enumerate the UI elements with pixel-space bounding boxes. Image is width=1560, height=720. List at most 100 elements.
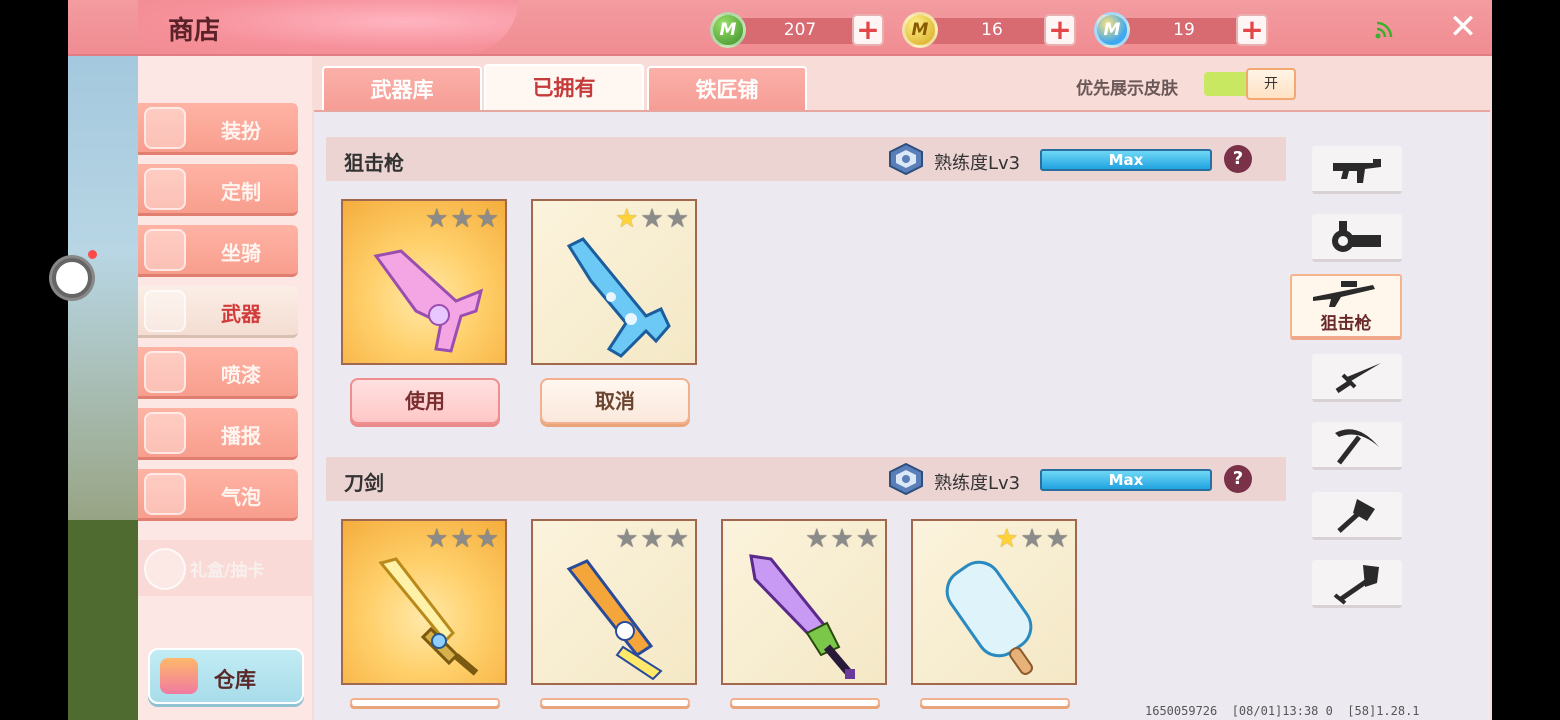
add-gold-coin-button[interactable]: +: [1044, 14, 1076, 46]
star-icon: ★: [640, 204, 664, 234]
filter-smg[interactable]: [1312, 146, 1402, 194]
prefer-skin-toggle[interactable]: 开: [1204, 68, 1296, 100]
section-title: 狙击枪: [344, 151, 404, 175]
weapon-card[interactable]: ★ ★ ★: [341, 199, 507, 365]
star-icon: ★: [450, 524, 474, 554]
revolver-icon: [144, 290, 186, 332]
mastery-level: 熟练度Lv3: [934, 473, 1021, 494]
sidebar-item-label: 定制: [221, 180, 261, 204]
star-rating: ★ ★ ★: [615, 525, 689, 553]
sniper-icon: [1313, 280, 1375, 307]
customize-icon: [144, 168, 186, 210]
gift-icon: [144, 548, 186, 590]
weapon-card[interactable]: ★ ★ ★: [531, 519, 697, 685]
star-icon: ★: [425, 524, 449, 554]
sidebar-item-costume[interactable]: 装扮: [138, 103, 298, 155]
currency-blue: 19 M +: [1094, 12, 1268, 48]
mastery-progress-bar: Max: [1040, 149, 1212, 171]
floating-assistant-button[interactable]: [52, 258, 92, 298]
tab-owned[interactable]: 已拥有: [484, 64, 644, 112]
tab-blacksmith[interactable]: 铁匠铺: [647, 66, 807, 112]
dagger-icon: [1335, 362, 1381, 393]
weapon-card[interactable]: ★ ★ ★: [341, 519, 507, 685]
star-icon: ★: [805, 524, 829, 554]
weapon-card[interactable]: ★ ★ ★: [911, 519, 1077, 685]
sidebar-item-label: 坐骑: [221, 241, 261, 265]
mastery-progress-bar: Max: [1040, 469, 1212, 491]
star-icon: ★: [665, 204, 689, 234]
star-icon: ★: [475, 524, 499, 554]
star-icon: ★: [1020, 524, 1044, 554]
use-button[interactable]: 使用: [350, 378, 500, 424]
add-green-coin-button[interactable]: +: [852, 14, 884, 46]
filter-gatling[interactable]: [1312, 214, 1402, 262]
sidebar-item-spray[interactable]: 喷漆: [138, 347, 298, 399]
cancel-button[interactable]: 取消: [540, 378, 690, 424]
pickaxe-icon: [1335, 428, 1379, 465]
storage-button-label: 仓库: [214, 668, 256, 692]
star-icon: ★: [995, 524, 1019, 554]
weapon-card[interactable]: ★ ★ ★: [721, 519, 887, 685]
close-icon[interactable]: ✕: [1446, 10, 1480, 44]
pink-rifle-icon: [373, 249, 484, 353]
help-icon[interactable]: ?: [1224, 465, 1252, 493]
currency-green: 207 M +: [710, 12, 884, 48]
sidebar-item-label: 装扮: [221, 119, 261, 143]
sidebar-item-bubble[interactable]: 气泡: [138, 469, 298, 521]
star-icon: ★: [615, 204, 639, 234]
sidebar-item-gift[interactable]: 礼盒/抽卡 ∨: [138, 540, 432, 596]
star-rating: ★ ★ ★: [995, 525, 1069, 553]
mastery-badge-icon: [889, 463, 923, 495]
card-action-button[interactable]: [920, 698, 1070, 706]
section-header-sniper: 狙击枪 熟练度Lv3 Max ?: [326, 137, 1286, 181]
filter-pickaxe[interactable]: [1312, 422, 1402, 470]
shovel-icon: [1333, 564, 1379, 605]
card-action-button[interactable]: [730, 698, 880, 706]
star-icon: ★: [640, 524, 664, 554]
star-rating: ★ ★ ★: [615, 205, 689, 233]
chest-icon: [160, 658, 198, 694]
card-action-button[interactable]: [350, 698, 500, 706]
filter-dagger[interactable]: [1312, 354, 1402, 402]
card-action-button[interactable]: [540, 698, 690, 706]
weapon-card[interactable]: ★ ★ ★: [531, 199, 697, 365]
storage-button[interactable]: 仓库: [148, 648, 304, 704]
build-info: 1650059726 [08/01]13:38 0 [58]1.28.1: [1145, 704, 1420, 718]
sidebar-item-customize[interactable]: 定制: [138, 164, 298, 216]
star-rating: ★ ★ ★: [425, 525, 499, 553]
sidebar-item-label: 礼盒/抽卡: [190, 561, 265, 581]
section-header-sword: 刀剑 熟练度Lv3 Max ?: [326, 457, 1286, 501]
sidebar-item-label: 播报: [221, 424, 261, 448]
signal-icon: [1375, 21, 1393, 39]
section-title: 刀剑: [344, 471, 384, 495]
tab-armory[interactable]: 武器库: [322, 66, 482, 112]
filter-shovel[interactable]: [1312, 560, 1402, 608]
costume-icon: [144, 107, 186, 149]
sidebar-item-label: 武器: [221, 302, 261, 326]
ice-sniper-icon: [566, 237, 671, 358]
page-title: 商店: [168, 16, 221, 46]
star-rating: ★ ★ ★: [425, 205, 499, 233]
star-icon: ★: [665, 524, 689, 554]
add-blue-coin-button[interactable]: +: [1236, 14, 1268, 46]
sidebar-item-mount[interactable]: 坐骑: [138, 225, 298, 277]
blue-chain-blade-icon: [566, 559, 663, 681]
axe-icon: [1337, 498, 1375, 533]
star-icon: ★: [855, 524, 879, 554]
star-icon: ★: [615, 524, 639, 554]
popsicle-icon: [945, 560, 1033, 675]
filter-sniper[interactable]: 狙击枪: [1290, 274, 1402, 340]
sidebar-item-weapon[interactable]: 武器: [138, 286, 298, 338]
green-m-coin-icon: M: [710, 12, 746, 48]
bg-grass-block: [68, 520, 138, 720]
mount-icon: [144, 229, 186, 271]
sidebar-item-broadcast[interactable]: 播报: [138, 408, 298, 460]
gatling-icon: [1332, 220, 1381, 252]
star-icon: ★: [425, 204, 449, 234]
currency-amount: 16: [981, 20, 1003, 40]
currency-amount: 19: [1173, 20, 1195, 40]
broadcast-icon: [144, 412, 186, 454]
notification-dot: [88, 250, 97, 259]
help-icon[interactable]: ?: [1224, 145, 1252, 173]
filter-axe[interactable]: [1312, 492, 1402, 540]
